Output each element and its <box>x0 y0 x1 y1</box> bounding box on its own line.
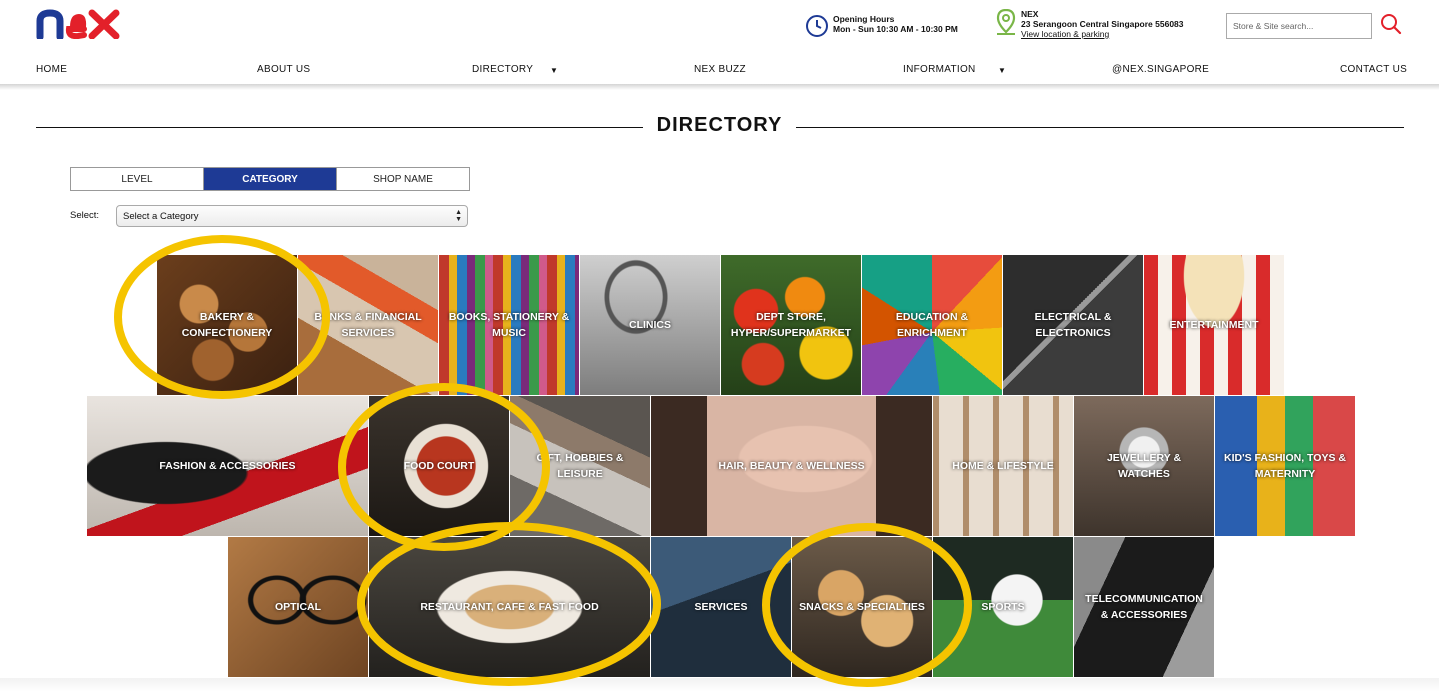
category-label: CLINICS <box>629 319 671 331</box>
header-shadow <box>0 84 1439 90</box>
category-label: FASHION & ACCESSORIES <box>159 460 296 472</box>
category-label: BAKERY & CONFECTIONERY <box>181 311 273 339</box>
category-tile-electrical[interactable]: ELECTRICAL & ELECTRONICS <box>1003 255 1143 395</box>
opening-hours: Opening Hours Mon - Sun 10:30 AM - 10:30… <box>805 14 958 38</box>
tab-shop-name[interactable]: SHOP NAME <box>337 168 469 190</box>
category-label: SNACKS & SPECIALTIES <box>799 601 925 613</box>
category-tile-telecom[interactable]: TELECOMMUNICATION & ACCESSORIES <box>1074 537 1214 677</box>
category-tile-fashion[interactable]: FASHION & ACCESSORIES <box>87 396 368 536</box>
opening-hours-value: Mon - Sun 10:30 AM - 10:30 PM <box>833 24 958 34</box>
category-tile-hair-beauty[interactable]: HAIR, BEAUTY & WELLNESS <box>651 396 932 536</box>
nav-about-us[interactable]: ABOUT US <box>257 64 310 75</box>
search-icon[interactable] <box>1380 13 1402 35</box>
category-label: KID'S FASHION, TOYS & MATERNITY <box>1224 452 1346 480</box>
page-title: DIRECTORY <box>0 114 1439 137</box>
opening-hours-title: Opening Hours <box>833 14 895 24</box>
category-label: TELECOMMUNICATION & ACCESSORIES <box>1085 593 1203 621</box>
category-tile-kids[interactable]: KID'S FASHION, TOYS & MATERNITY <box>1215 396 1355 536</box>
category-tile-restaurant[interactable]: RESTAURANT, CAFE & FAST FOOD <box>369 537 650 677</box>
category-tile-gift[interactable]: GIFT, HOBBIES & LEISURE <box>510 396 650 536</box>
category-label: HAIR, BEAUTY & WELLNESS <box>718 460 865 472</box>
location-address: 23 Serangoon Central Singapore 556083 <box>1021 19 1184 29</box>
category-tile-books[interactable]: BOOKS, STATIONERY & MUSIC <box>439 255 579 395</box>
category-select-value: Select a Category <box>123 211 199 222</box>
category-label: BANKS & FINANCIAL SERVICES <box>314 311 422 339</box>
category-label: FOOD COURT <box>403 460 475 472</box>
category-tile-food-court[interactable]: FOOD COURT <box>369 396 509 536</box>
tab-level[interactable]: LEVEL <box>71 168 204 190</box>
category-label: ENTERTAINMENT <box>1169 319 1259 331</box>
view-location-link[interactable]: View location & parking <box>1021 29 1184 39</box>
category-label: ELECTRICAL & ELECTRONICS <box>1034 311 1112 339</box>
category-label: SPORTS <box>981 601 1025 613</box>
map-pin-icon <box>996 9 1016 35</box>
category-tile-home-lifestyle[interactable]: HOME & LIFESTYLE <box>933 396 1073 536</box>
nav-information[interactable]: INFORMATION <box>903 64 976 75</box>
category-label: OPTICAL <box>274 601 322 613</box>
category-tile-optical[interactable]: OPTICAL <box>228 537 368 677</box>
select-arrows-icon: ▲ ▼ <box>455 209 462 223</box>
nav-home[interactable]: HOME <box>36 64 67 75</box>
nav-nex-singapore[interactable]: @NEX.SINGAPORE <box>1112 64 1209 75</box>
chevron-down-icon[interactable]: ▼ <box>550 66 558 75</box>
select-label: Select: <box>70 210 100 221</box>
category-tile-snacks[interactable]: SNACKS & SPECIALTIES <box>792 537 932 677</box>
nav-directory[interactable]: DIRECTORY <box>472 64 533 75</box>
site-search-input[interactable] <box>1226 13 1372 39</box>
main-nav: HOME ABOUT US DIRECTORY ▼ NEX BUZZ INFOR… <box>0 58 1439 84</box>
category-tile-entertainment[interactable]: ENTERTAINMENT <box>1144 255 1284 395</box>
clock-icon <box>806 15 828 37</box>
category-tile-services[interactable]: SERVICES <box>651 537 791 677</box>
category-tile-banks[interactable]: BANKS & FINANCIAL SERVICES <box>298 255 438 395</box>
nav-contact-us[interactable]: CONTACT US <box>1340 64 1407 75</box>
category-tile-clinics[interactable]: CLINICS <box>580 255 720 395</box>
chevron-down-icon[interactable]: ▼ <box>998 66 1006 75</box>
category-select[interactable]: Select a Category ▲ ▼ <box>116 205 468 227</box>
location-name: NEX <box>1021 9 1039 19</box>
category-label: RESTAURANT, CAFE & FAST FOOD <box>420 601 599 613</box>
category-tile-education[interactable]: EDUCATION & ENRICHMENT <box>862 255 1002 395</box>
location-info: NEX 23 Serangoon Central Singapore 55608… <box>995 9 1184 39</box>
category-label: DEPT STORE, HYPER/SUPERMARKET <box>730 311 852 339</box>
category-label: JEWELLERY & WATCHES <box>1106 452 1182 480</box>
nav-nex-buzz[interactable]: NEX BUZZ <box>694 64 746 75</box>
category-tile-dept-store[interactable]: DEPT STORE, HYPER/SUPERMARKET <box>721 255 861 395</box>
tab-category[interactable]: CATEGORY <box>204 168 337 190</box>
category-label: SERVICES <box>694 601 748 613</box>
category-tile-bakery[interactable]: BAKERY & CONFECTIONERY <box>157 255 297 395</box>
category-label: HOME & LIFESTYLE <box>952 460 1054 472</box>
category-tile-sports[interactable]: SPORTS <box>933 537 1073 677</box>
category-label: GIFT, HOBBIES & LEISURE <box>536 452 624 480</box>
category-label: BOOKS, STATIONERY & MUSIC <box>448 311 570 339</box>
directory-tabs: LEVEL CATEGORY SHOP NAME <box>70 167 470 191</box>
category-label: EDUCATION & ENRICHMENT <box>895 311 969 339</box>
nex-logo[interactable] <box>36 9 122 39</box>
bottom-fade <box>0 678 1439 692</box>
category-tile-jewellery[interactable]: JEWELLERY & WATCHES <box>1074 396 1214 536</box>
